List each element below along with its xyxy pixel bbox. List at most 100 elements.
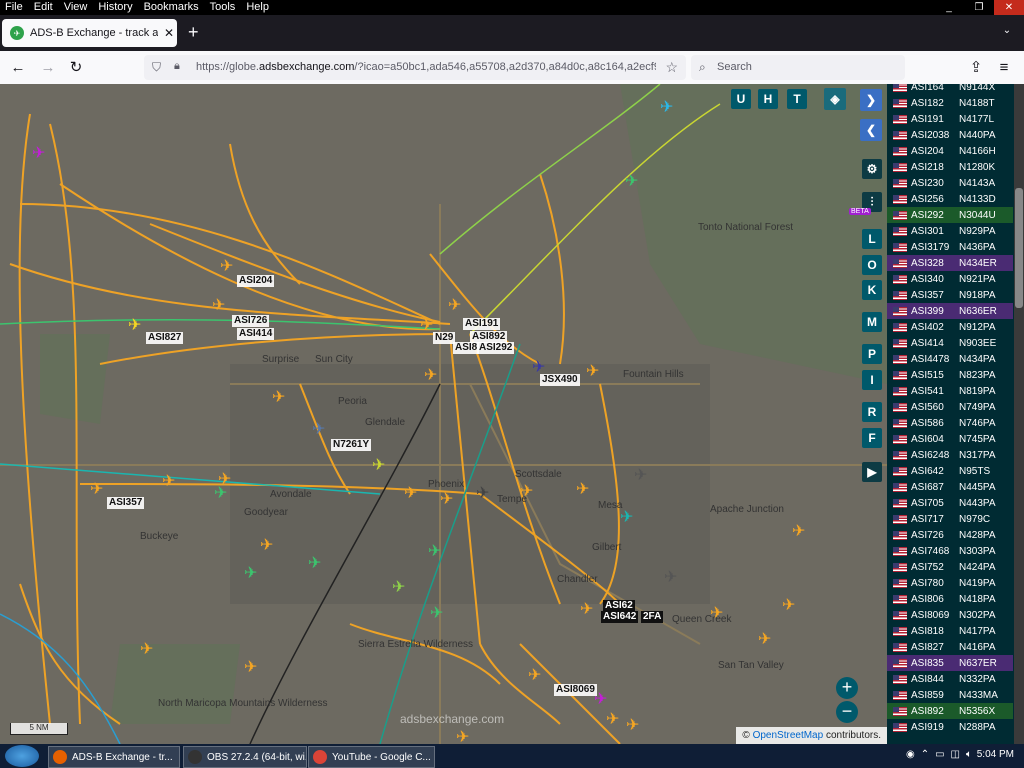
table-row[interactable]: ASI230 N4143A <box>887 175 1013 191</box>
table-row[interactable]: ASI3179 N436PA <box>887 239 1013 255</box>
table-row[interactable]: ASI859 N433MA <box>887 687 1013 703</box>
table-row[interactable]: ASI687 N445PA <box>887 479 1013 495</box>
menu-file[interactable]: File <box>0 0 29 15</box>
back-button[interactable]: ← <box>8 58 28 78</box>
table-row[interactable]: ASI191 N4177L <box>887 111 1013 127</box>
minimize-button[interactable]: _ <box>934 0 964 15</box>
table-row[interactable]: ASI806 N418PA <box>887 591 1013 607</box>
table-row[interactable]: ASI7468 N303PA <box>887 543 1013 559</box>
menu-view[interactable]: View <box>59 0 94 15</box>
toggle-r-button[interactable]: R <box>862 402 882 422</box>
battery-icon[interactable]: ▭ <box>935 749 944 760</box>
table-row[interactable]: ASI6248 N317PA <box>887 447 1013 463</box>
table-row[interactable]: ASI328 N434ER <box>887 255 1013 271</box>
flight-map[interactable]: ✈ ✈ ✈ ✈ ✈ ✈ ✈ ✈ ✈ ✈ ✈ ✈ ✈ ✈ ✈ ✈ ✈ ✈ ✈ ✈ … <box>0 84 887 744</box>
aircraft-label[interactable]: N29 <box>433 332 456 344</box>
toggle-l-button[interactable]: L <box>862 229 882 249</box>
table-row[interactable]: ASI726 N428PA <box>887 527 1013 543</box>
table-row[interactable]: ASI204 N4166H <box>887 143 1013 159</box>
start-button[interactable] <box>5 745 39 767</box>
aircraft-label[interactable]: ASI204 <box>237 275 275 287</box>
taskbar-clock[interactable]: 5:04 PM <box>977 749 1014 760</box>
toggle-i-button[interactable]: I <box>862 370 882 390</box>
table-row[interactable]: ASI844 N332PA <box>887 671 1013 687</box>
table-row[interactable]: ASI919 N288PA <box>887 719 1013 735</box>
aircraft-label[interactable]: ASI191 <box>463 318 501 330</box>
zoom-in-button[interactable]: + <box>836 677 858 699</box>
table-row[interactable]: ASI218 N1280K <box>887 159 1013 175</box>
table-row[interactable]: ASI2038 N440PA <box>887 127 1013 143</box>
toggle-m-button[interactable]: M <box>862 312 882 332</box>
aircraft-label[interactable]: ASI8069 <box>554 684 597 696</box>
toggle-t-button[interactable]: T <box>787 89 807 109</box>
toggle-h-button[interactable]: H <box>758 89 778 109</box>
close-tab-icon[interactable]: ✕ <box>164 26 174 40</box>
bookmark-star-icon[interactable]: ☆ <box>665 59 678 76</box>
table-row[interactable]: ASI604 N745PA <box>887 431 1013 447</box>
aircraft-label[interactable]: ASI642 <box>601 611 639 623</box>
aircraft-label[interactable]: ASI357 <box>107 497 145 509</box>
search-box[interactable]: ⌕ Search <box>691 55 905 80</box>
table-row[interactable]: ASI301 N929PA <box>887 223 1013 239</box>
menu-edit[interactable]: Edit <box>29 0 59 15</box>
table-row[interactable]: ASI292 N3044U <box>887 207 1013 223</box>
table-row[interactable]: ASI402 N912PA <box>887 319 1013 335</box>
table-row[interactable]: ASI8069 N302PA <box>887 607 1013 623</box>
aircraft-label[interactable]: ASI726 <box>232 315 270 327</box>
table-row[interactable]: ASI586 N746PA <box>887 415 1013 431</box>
volume-icon[interactable]: 🔈︎ <box>966 749 972 760</box>
menu-tools[interactable]: Tools <box>205 0 242 15</box>
network-icon[interactable]: ◫ <box>951 749 960 760</box>
table-row[interactable]: ASI4478 N434PA <box>887 351 1013 367</box>
lock-icon[interactable]: 🔒︎ <box>174 60 188 74</box>
table-row[interactable]: ASI164 N9144X <box>887 84 1013 95</box>
aircraft-label[interactable]: ASI827 <box>146 332 184 344</box>
aircraft-label[interactable]: JSX490 <box>540 374 580 386</box>
openstreetmap-link[interactable]: OpenStreetMap <box>753 730 824 741</box>
taskbar-app-button[interactable]: OBS 27.2.4 (64-bit, wi... <box>183 746 307 768</box>
tray-app-icon[interactable]: ◉ <box>906 749 915 760</box>
new-tab-button[interactable]: + <box>188 23 199 41</box>
toggle-o-button[interactable]: O <box>862 255 882 275</box>
toggle-p-button[interactable]: P <box>862 344 882 364</box>
list-all-tabs-icon[interactable]: ⌄ <box>1000 25 1014 39</box>
menu-help[interactable]: Help <box>241 0 275 15</box>
browser-tab[interactable]: ✈ ADS-B Exchange - track aircraft ✕ <box>2 19 177 47</box>
tracking-shield-icon[interactable]: ⛉ <box>152 60 166 74</box>
table-row[interactable]: ASI705 N443PA <box>887 495 1013 511</box>
toggle-f-button[interactable]: F <box>862 428 882 448</box>
table-row[interactable]: ASI835 N637ER <box>887 655 1013 671</box>
reload-button[interactable]: ↻ <box>66 58 86 78</box>
table-row[interactable]: ASI182 N4188T <box>887 95 1013 111</box>
toggle-k-button[interactable]: K <box>862 280 882 300</box>
taskbar-app-button[interactable]: ADS-B Exchange - tr... <box>48 746 180 768</box>
extensions-icon[interactable]: ⇪ <box>966 58 986 78</box>
table-row[interactable]: ASI541 N819PA <box>887 383 1013 399</box>
table-row[interactable]: ASI256 N4133D <box>887 191 1013 207</box>
aircraft-label[interactable]: ASI292 <box>477 342 515 354</box>
table-row[interactable]: ASI515 N823PA <box>887 367 1013 383</box>
scrollbar-thumb[interactable] <box>1015 188 1023 308</box>
settings-gear-icon[interactable]: ⚙ <box>862 159 882 179</box>
url-bar[interactable]: ⛉ 🔒︎ https://globe.adsbexchange.com/?ica… <box>144 55 686 80</box>
aircraft-label[interactable]: N7261Y <box>331 439 372 451</box>
table-row[interactable]: ASI827 N416PA <box>887 639 1013 655</box>
table-row[interactable]: ASI560 N749PA <box>887 399 1013 415</box>
close-window-button[interactable]: ✕ <box>994 0 1024 15</box>
table-row[interactable]: ASI780 N419PA <box>887 575 1013 591</box>
table-row[interactable]: ASI717 N979C <box>887 511 1013 527</box>
forward-button[interactable]: → <box>38 58 58 78</box>
table-row[interactable]: ASI892 N5356X <box>887 703 1013 719</box>
aircraft-label[interactable]: ASI8 <box>453 342 480 354</box>
table-row[interactable]: ASI357 N918PA <box>887 287 1013 303</box>
url-text[interactable]: https://globe.adsbexchange.com/?icao=a50… <box>196 61 656 73</box>
zoom-out-button[interactable]: − <box>836 701 858 723</box>
show-hidden-icons[interactable]: ⌃ <box>921 749 929 760</box>
restore-button[interactable]: ❐ <box>964 0 994 15</box>
table-row[interactable]: ASI642 N95TS <box>887 463 1013 479</box>
aircraft-label[interactable]: ASI414 <box>237 328 275 340</box>
menu-bookmarks[interactable]: Bookmarks <box>139 0 205 15</box>
table-row[interactable]: ASI399 N636ER <box>887 303 1013 319</box>
toggle-u-button[interactable]: U <box>731 89 751 109</box>
layers-icon[interactable]: ◈ <box>824 88 846 110</box>
